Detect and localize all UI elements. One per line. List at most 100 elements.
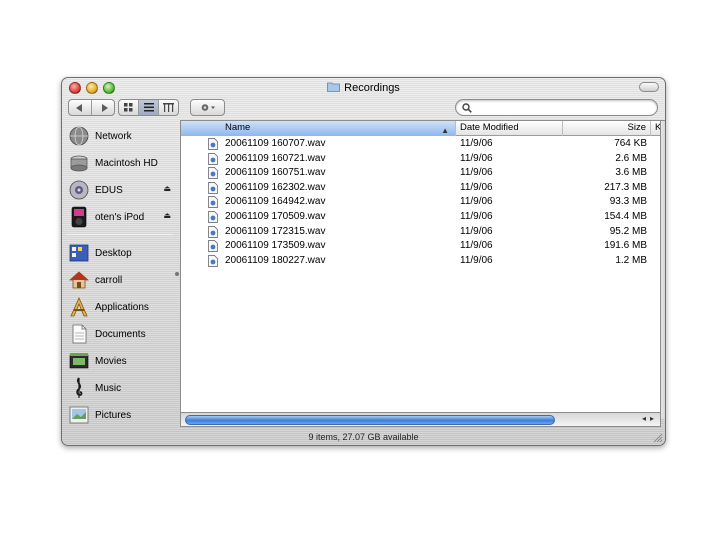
file-row[interactable]: 20061109 160721.wav 11/9/06 2.6 MB [181,152,660,167]
file-size: 2.6 MB [615,152,647,164]
sidebar-item-label: EDUS [95,184,123,196]
column-header-date[interactable]: Date Modified [456,121,563,136]
list-view-button[interactable] [139,100,159,115]
file-row[interactable]: 20061109 170509.wav 11/9/06 154.4 MB [181,210,660,225]
network-globe-icon [68,125,90,147]
audio-file-icon [208,196,218,209]
file-date: 11/9/06 [460,210,493,222]
splitter-handle[interactable] [175,272,179,276]
file-row[interactable]: 20061109 180227.wav 11/9/06 1.2 MB [181,254,660,269]
file-date: 11/9/06 [460,225,493,237]
title-bar[interactable]: Recordings [62,78,665,98]
horizontal-scrollbar[interactable]: ◂▸ [180,412,661,427]
sidebar-item-macintosh-hd[interactable]: Macintosh HD [68,151,174,175]
sidebar-item-network[interactable]: Network [68,124,174,148]
file-date: 11/9/06 [460,138,493,149]
column-view-button[interactable] [159,100,178,115]
back-forward-control [68,99,115,116]
scroll-arrows-icon[interactable]: ◂▸ [642,414,658,423]
sidebar-item-documents[interactable]: Documents [68,322,174,346]
back-button[interactable] [69,100,92,115]
icon-view-button[interactable] [119,100,139,115]
file-name: 20061109 160707.wav [225,138,326,149]
sidebar-divider [66,234,173,235]
file-size: 191.6 MB [604,240,647,252]
file-name: 20061109 160721.wav [225,152,326,164]
file-row[interactable]: 20061109 160751.wav 11/9/06 3.6 MB [181,166,660,181]
sidebar-item-pictures[interactable]: Pictures [68,403,174,427]
eject-icon[interactable]: ⏏ [163,211,171,220]
audio-file-icon [208,254,218,267]
column-header-row: Name ▲ Date Modified Size Ki [181,121,660,136]
file-size: 95.2 MB [609,225,647,237]
sidebar-item-home[interactable]: carroll [68,268,174,292]
audio-file-icon [208,225,218,238]
status-bar: 9 items, 27.07 GB available [62,428,665,445]
file-size: 217.3 MB [604,181,647,193]
sidebar-item-label: oten's iPod [95,211,145,223]
file-row[interactable]: 20061109 160707.wav 11/9/06 764 KB [181,137,660,152]
sidebar-item-label: Macintosh HD [95,157,158,169]
column-view-icon [163,103,174,112]
sidebar-item-label: Movies [95,355,127,367]
file-size: 93.3 MB [609,196,647,208]
file-row[interactable]: 20061109 172315.wav 11/9/06 95.2 MB [181,225,660,240]
action-cell[interactable] [191,100,224,115]
file-name: 20061109 162302.wav [225,181,326,193]
file-name: 20061109 160751.wav [225,167,326,179]
file-row[interactable]: 20061109 164942.wav 11/9/06 93.3 MB [181,195,660,210]
file-size: 154.4 MB [604,210,647,222]
horizontal-scroll-thumb[interactable] [185,415,555,425]
column-header-kind[interactable]: Ki [651,121,660,136]
column-header-date-label: Date Modified [460,122,519,133]
action-menu-button[interactable] [190,99,225,116]
toolbar-toggle-button[interactable] [639,82,659,92]
sidebar-item-edus[interactable]: EDUS ⏏ [68,178,174,202]
sort-ascending-icon: ▲ [441,126,449,135]
audio-file-icon [208,138,218,150]
file-name: 20061109 170509.wav [225,210,326,222]
sidebar-item-music[interactable]: Music [68,376,174,400]
sidebar-item-movies[interactable]: Movies [68,349,174,373]
view-mode-control [118,99,179,116]
movies-icon [68,350,90,372]
column-header-size[interactable]: Size [563,121,651,136]
ipod-icon [68,206,90,228]
file-name: 20061109 164942.wav [225,196,326,208]
file-date: 11/9/06 [460,167,493,179]
forward-button[interactable] [92,100,114,115]
file-row[interactable]: 20061109 162302.wav 11/9/06 217.3 MB [181,181,660,196]
audio-file-icon [208,211,218,223]
list-view-icon [143,103,154,112]
sidebar-item-desktop[interactable]: Desktop [68,241,174,265]
search-input[interactable] [475,101,650,114]
music-icon [68,377,90,399]
sidebar-item-applications[interactable]: Applications [68,295,174,319]
file-row[interactable]: 20061109 173509.wav 11/9/06 191.6 MB [181,239,660,254]
column-header-size-label: Size [627,122,646,133]
sidebar-item-label: Documents [95,328,146,340]
sidebar-item-label: Music [95,382,122,394]
icon-view-icon [124,103,133,112]
audio-file-icon [208,152,218,165]
sidebar-item-label: Applications [95,301,149,313]
search-field[interactable] [455,99,658,116]
file-date: 11/9/06 [460,196,493,208]
column-header-name[interactable]: Name ▲ [181,121,456,136]
vertical-scroll-track[interactable] [661,120,665,418]
hard-drive-icon [68,152,90,174]
sidebar-item-label: carroll [95,274,123,286]
sidebar-item-ipod[interactable]: oten's iPod ⏏ [68,205,174,229]
resize-grip-icon[interactable] [652,432,663,443]
file-date: 11/9/06 [460,254,493,266]
file-date: 11/9/06 [460,152,493,164]
file-size: 1.2 MB [615,254,647,266]
eject-icon[interactable]: ⏏ [163,184,171,193]
file-rows: 20061109 160707.wav 11/9/06 764 KB 20061… [181,137,660,268]
file-list: Name ▲ Date Modified Size Ki 20061109 16… [180,120,661,418]
sidebar-item-label: Desktop [95,247,132,259]
back-arrow-icon [75,103,82,112]
documents-icon [68,323,90,345]
search-icon [462,103,472,113]
file-name: 20061109 173509.wav [225,240,326,252]
